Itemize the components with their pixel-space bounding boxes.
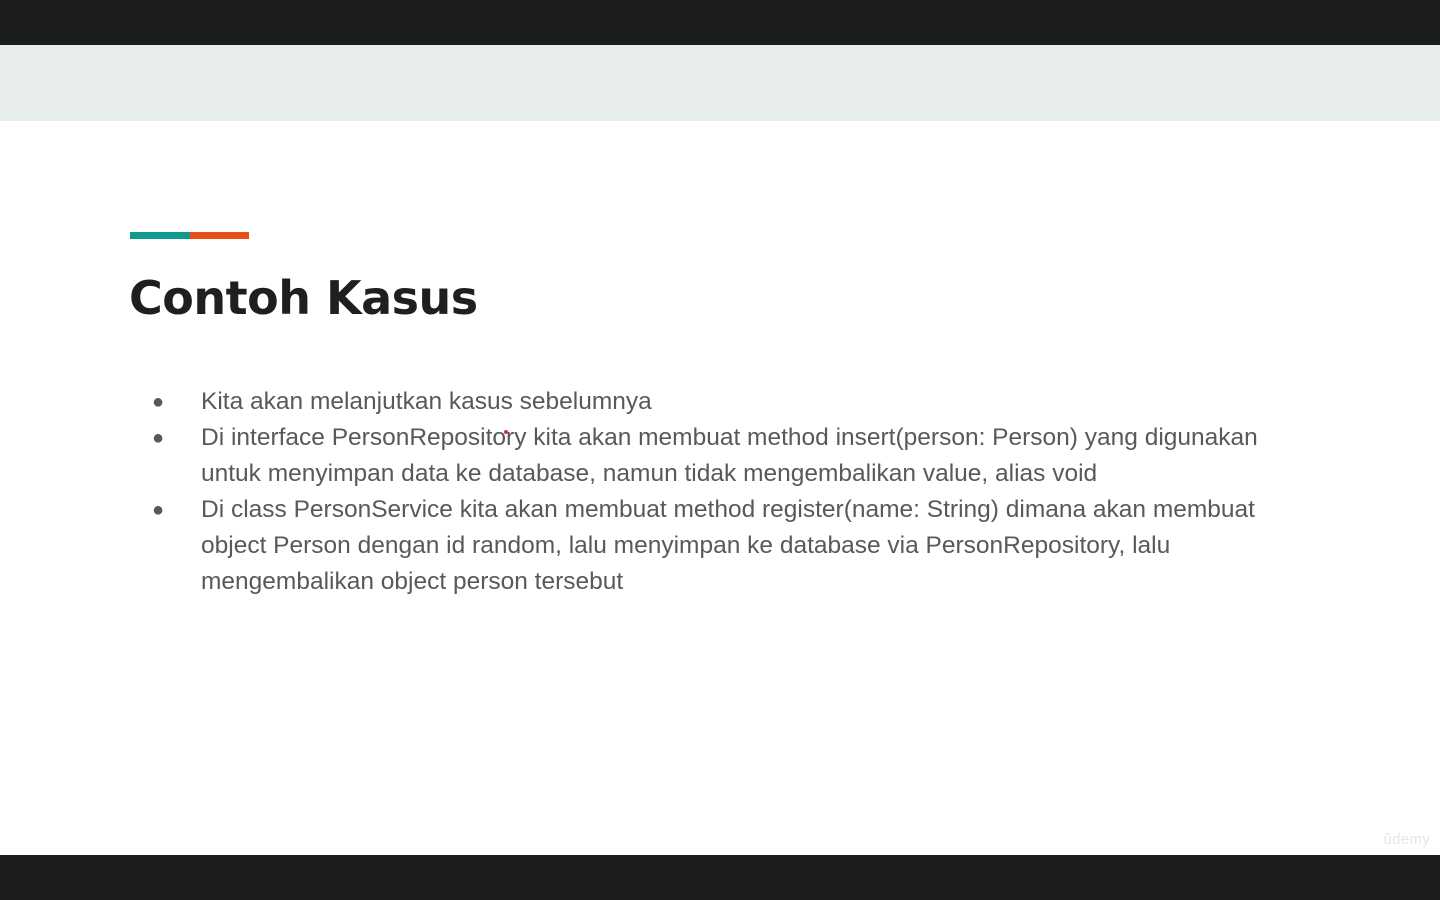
- bullet-item: ● Kita akan melanjutkan kasus sebelumnya: [150, 384, 1310, 420]
- title-accent-line: [130, 232, 249, 239]
- video-player-viewport: Contoh Kasus ● Kita akan melanjutkan kas…: [0, 0, 1440, 900]
- accent-teal-segment: [130, 232, 190, 239]
- bullet-dot-icon: ●: [151, 391, 165, 413]
- letterbox-bottom: [0, 855, 1440, 900]
- presentation-slide: Contoh Kasus ● Kita akan melanjutkan kas…: [0, 45, 1440, 855]
- bullet-text: Di interface PersonRepository kita akan …: [201, 424, 1258, 487]
- slide-header-band: [0, 45, 1440, 121]
- laser-pointer-icon: [504, 430, 508, 434]
- bullet-item: ● Di interface PersonRepository kita aka…: [150, 420, 1310, 492]
- bullet-text: Kita akan melanjutkan kasus sebelumnya: [201, 388, 652, 415]
- bullet-dot-icon: ●: [151, 499, 165, 521]
- accent-orange-segment: [190, 232, 249, 239]
- bullet-text: Di class PersonService kita akan membuat…: [201, 496, 1255, 595]
- bullet-item: ● Di class PersonService kita akan membu…: [150, 492, 1310, 600]
- letterbox-top: [0, 0, 1440, 45]
- udemy-watermark: ûdemy: [1383, 831, 1430, 848]
- slide-title: Contoh Kasus: [129, 271, 478, 325]
- bullet-list: ● Kita akan melanjutkan kasus sebelumnya…: [150, 384, 1310, 600]
- bullet-dot-icon: ●: [151, 427, 165, 449]
